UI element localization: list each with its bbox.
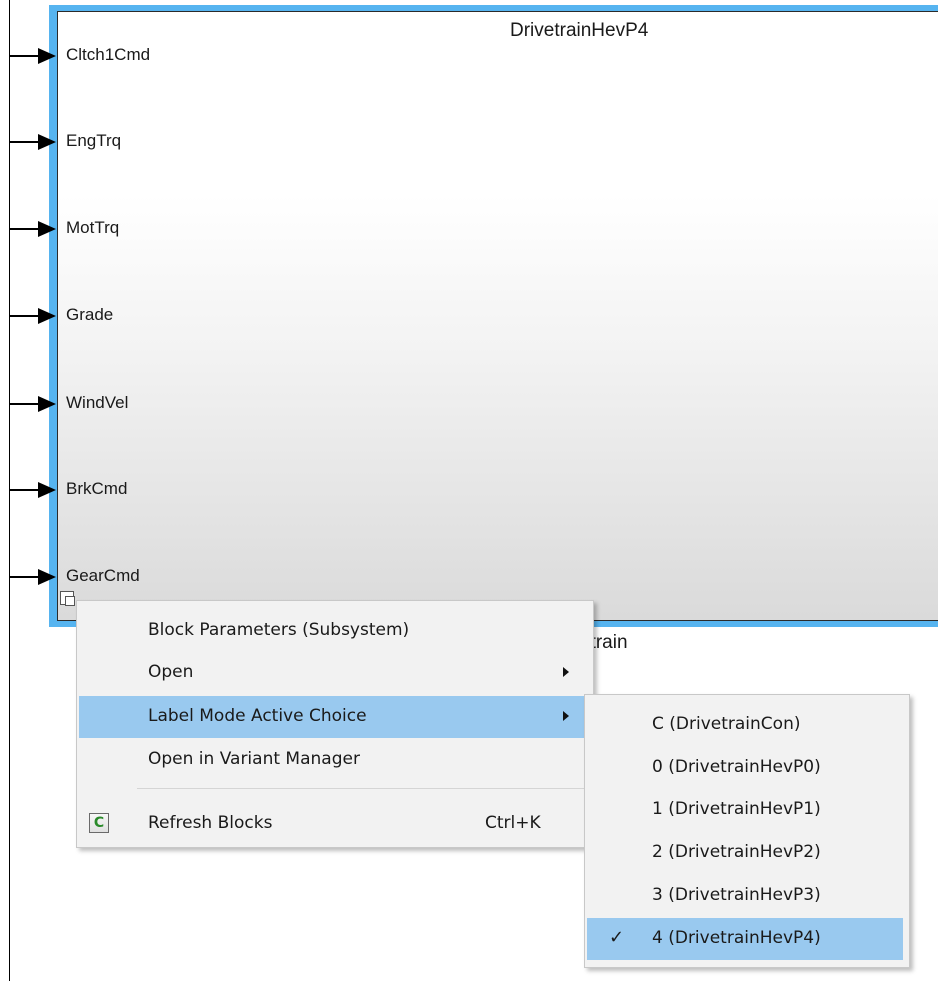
port-label: Cltch1Cmd <box>66 45 151 64</box>
menu-item-refresh-blocks[interactable]: C Refresh Blocks Ctrl+K <box>79 803 591 845</box>
context-menu: Block Parameters (Subsystem) Open Label … <box>76 600 594 848</box>
port-arrow-icon <box>38 48 56 64</box>
submenu-item-label: 1 (DrivetrainHevP1) <box>652 799 821 819</box>
subsystem-block[interactable] <box>57 11 938 621</box>
signal-line[interactable] <box>10 489 40 491</box>
submenu-item-label: C (DrivetrainCon) <box>652 714 801 734</box>
menu-separator <box>137 788 589 789</box>
submenu-arrow-icon <box>563 711 569 721</box>
port-label: EngTrq <box>66 131 122 150</box>
menu-item-label: Label Mode Active Choice <box>148 706 367 726</box>
refresh-icon: C <box>89 813 109 833</box>
menu-item-label: Open <box>148 662 194 682</box>
submenu-item-label: 0 (DrivetrainHevP0) <box>652 757 821 777</box>
port-label: BrkCmd <box>66 479 128 498</box>
signal-line[interactable] <box>10 228 40 230</box>
signal-line[interactable] <box>10 55 40 57</box>
submenu-item-label: 2 (DrivetrainHevP2) <box>652 842 821 862</box>
port-arrow-icon <box>38 482 56 498</box>
signal-line[interactable] <box>10 576 40 578</box>
menu-item-label: Open in Variant Manager <box>148 749 360 769</box>
menu-item-label: Block Parameters (Subsystem) <box>148 620 410 640</box>
port-arrow-icon <box>38 569 56 585</box>
port-label: MotTrq <box>66 218 120 237</box>
submenu-item-drivetraincon[interactable]: C (DrivetrainCon) <box>587 704 903 746</box>
menu-item-open-in-variant-manager[interactable]: Open in Variant Manager <box>79 739 591 781</box>
submenu-item-drivetrainhevp4[interactable]: ✓ 4 (DrivetrainHevP4) <box>587 918 903 960</box>
signal-line[interactable] <box>10 315 40 317</box>
menu-item-shortcut: Ctrl+K <box>485 813 541 833</box>
port-label: Grade <box>66 305 114 324</box>
submenu-item-label: 4 (DrivetrainHevP4) <box>652 928 821 948</box>
menu-item-label-mode-active-choice[interactable]: Label Mode Active Choice <box>79 696 591 738</box>
submenu-item-drivetrainhevp3[interactable]: 3 (DrivetrainHevP3) <box>587 875 903 917</box>
submenu-item-drivetrainhevp1[interactable]: 1 (DrivetrainHevP1) <box>587 789 903 831</box>
port-arrow-icon <box>38 396 56 412</box>
block-title: DrivetrainHevP4 <box>510 20 649 41</box>
port-label: GearCmd <box>66 566 140 585</box>
menu-item-block-parameters[interactable]: Block Parameters (Subsystem) <box>79 610 591 652</box>
submenu-arrow-icon <box>563 667 569 677</box>
port-arrow-icon <box>38 308 56 324</box>
submenu-item-drivetrainhevp0[interactable]: 0 (DrivetrainHevP0) <box>587 747 903 789</box>
menu-item-label: Refresh Blocks <box>148 813 273 833</box>
submenu-item-drivetrainhevp2[interactable]: 2 (DrivetrainHevP2) <box>587 832 903 874</box>
signal-line[interactable] <box>10 403 40 405</box>
port-label: WindVel <box>66 393 129 412</box>
variant-choice-submenu: C (DrivetrainCon) 0 (DrivetrainHevP0) 1 … <box>584 694 910 968</box>
menu-item-open[interactable]: Open <box>79 652 591 694</box>
signal-line[interactable] <box>10 141 40 143</box>
variant-subsystem-icon <box>60 591 75 606</box>
checkmark-icon: ✓ <box>609 927 625 948</box>
submenu-item-label: 3 (DrivetrainHevP3) <box>652 885 821 905</box>
port-arrow-icon <box>38 221 56 237</box>
port-arrow-icon <box>38 134 56 150</box>
